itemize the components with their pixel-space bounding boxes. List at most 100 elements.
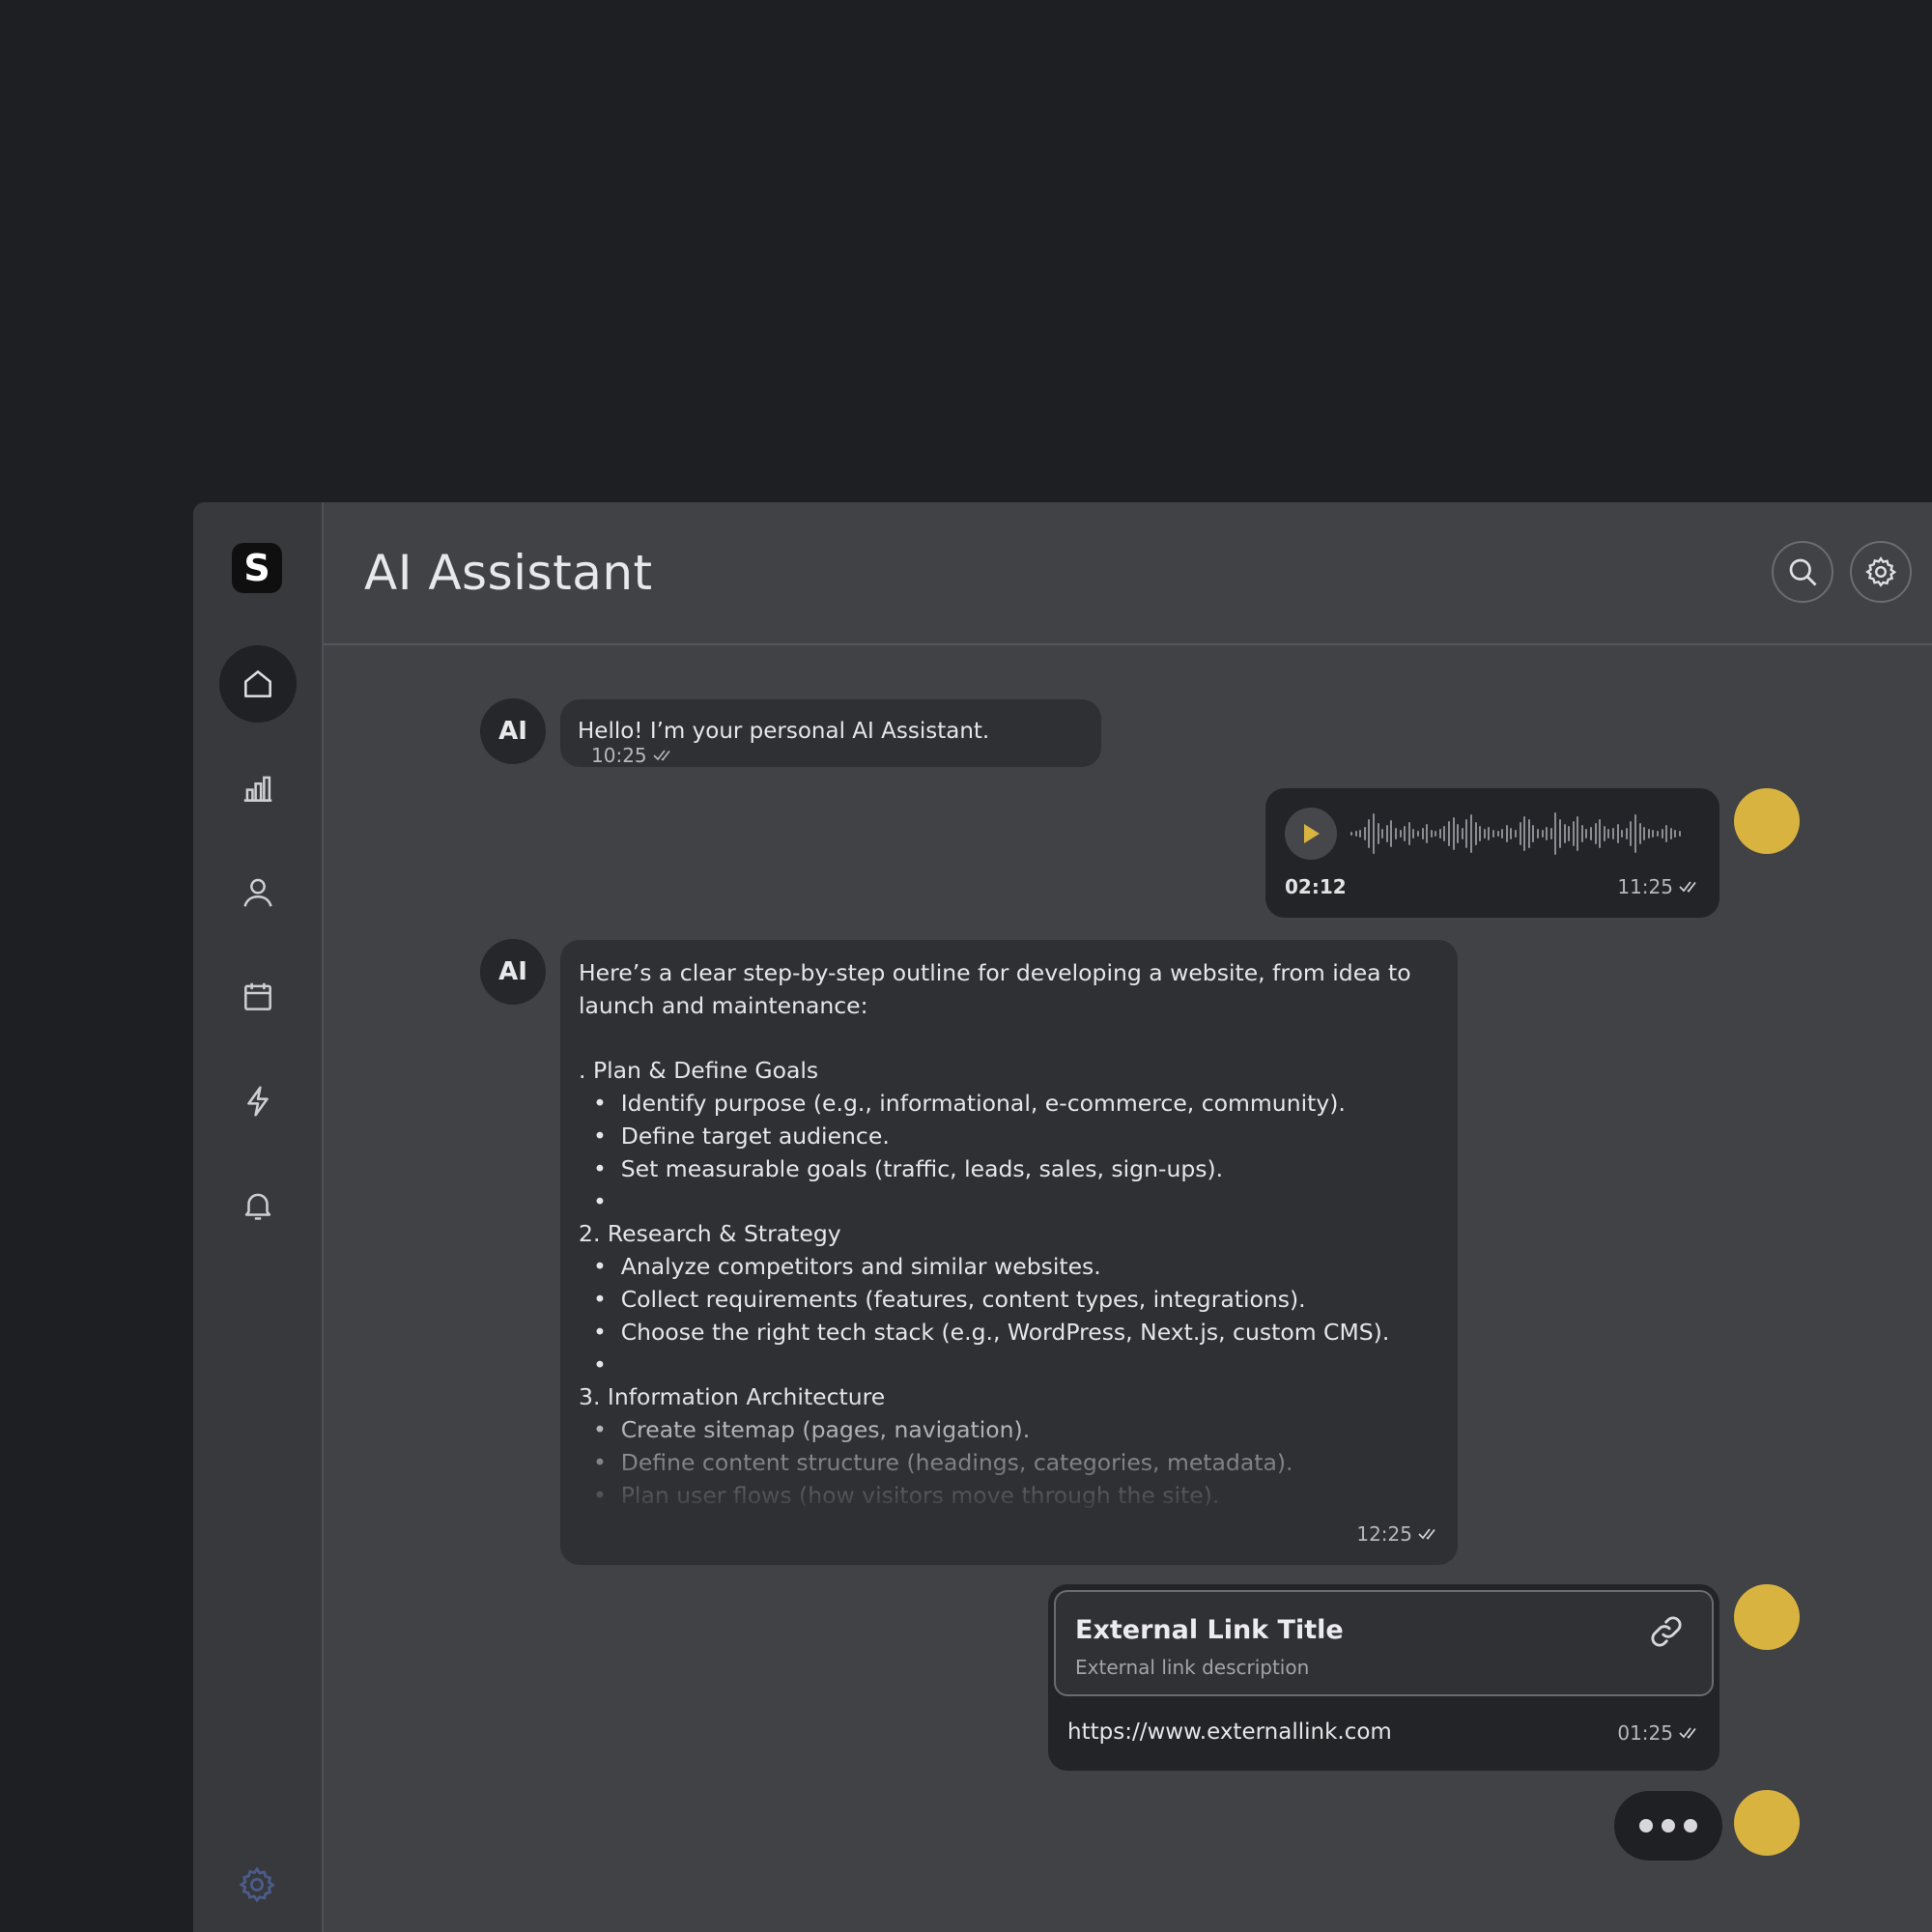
waveform-bar [1647,829,1650,838]
waveform-bar [1461,828,1463,839]
link-title: External Link Title [1075,1615,1344,1645]
message-line: . Plan & Define Goals [579,1057,819,1085]
waveform-bar [1483,829,1486,838]
calendar-icon [244,982,271,1010]
waveform-bar [1510,828,1513,839]
sidebar-item-calendar[interactable] [219,958,297,1036]
waveform-bar [1407,822,1410,845]
message-line [579,1023,1429,1056]
waveform-bar [1656,831,1659,837]
link-icon[interactable] [1648,1613,1685,1650]
search-icon [1789,558,1817,586]
waveform-bar [1416,831,1419,837]
waveform-bar [1448,821,1451,846]
waveform-bar [1354,831,1357,837]
user-avatar [1734,1584,1800,1650]
waveform-bar [1438,829,1441,838]
waveform-bar [1527,819,1530,848]
waveform-bar [1612,828,1615,839]
typing-indicator [1614,1791,1722,1861]
message-line: • Choose the right tech stack (e.g., Wor… [579,1318,1390,1346]
message-meta: 01:25 [1617,1721,1700,1745]
app-logo[interactable]: S [232,543,282,593]
waveform-bar [1549,828,1552,839]
message-line: • Identify purpose (e.g., informational,… [579,1090,1346,1118]
double-check-icon [1418,1528,1435,1540]
waveform-bar [1488,827,1491,840]
lightning-icon [247,1086,269,1117]
message-line: • Define content structure (headings, ca… [579,1448,1293,1476]
play-button[interactable] [1285,808,1337,860]
gear-icon [1865,556,1897,587]
sidebar-item-automation[interactable] [219,1063,297,1140]
message-meta: 10:25 [591,744,674,767]
waveform-bar [1607,829,1610,838]
link-description: External link description [1075,1656,1310,1679]
waveform-bar [1558,819,1561,848]
waveform-bar [1492,830,1494,838]
waveform-bar [1630,821,1633,846]
double-check-icon [1679,881,1696,893]
waveform-bar [1404,826,1406,841]
waveform-bar [1599,819,1602,848]
waveform-bar [1572,821,1575,846]
sidebar-item-home[interactable] [219,645,297,723]
waveform-bar [1457,824,1460,843]
waveform-bar [1474,822,1477,845]
waveform-bar [1661,829,1663,838]
link-message-bubble: External Link Title External link descri… [1048,1584,1719,1771]
waveform-bar [1585,829,1588,838]
waveform-bar [1394,828,1397,839]
waveform-bar [1470,814,1473,853]
waveform-bar [1652,830,1655,838]
waveform-bar [1435,831,1437,837]
waveform-bar [1616,824,1619,843]
play-icon [1304,824,1320,843]
voice-message-bubble: 02:12 11:25 [1265,788,1719,918]
waveform-bar [1505,825,1508,842]
waveform-bar [1452,817,1455,850]
link-preview-card[interactable]: External Link Title External link descri… [1054,1590,1714,1696]
waveform-bar [1669,828,1672,839]
waveform-bar [1496,831,1499,837]
link-url[interactable]: https://www.externallink.com [1067,1719,1392,1745]
waveform-bar [1412,829,1415,838]
message-line: launch and maintenance: [579,991,868,1019]
message-line: • Collect requirements (features, conten… [579,1285,1306,1313]
user-avatar [1734,1790,1800,1856]
sidebar-item-profile[interactable] [219,854,297,931]
waveform-bar [1568,826,1571,841]
gear-icon[interactable] [237,1864,277,1905]
settings-button[interactable] [1850,541,1912,603]
home-icon [244,670,271,697]
message-time: 10:25 [591,744,647,767]
sidebar-item-analytics[interactable] [219,750,297,827]
search-button[interactable] [1772,541,1833,603]
waveform-bar [1399,830,1402,838]
waveform-bar [1359,830,1362,838]
waveform-bar [1621,830,1624,838]
waveform-bar [1674,830,1677,838]
message-line: • Create sitemap (pages, navigation). [579,1416,1031,1444]
waveform-bar [1368,819,1371,848]
message-text: Here’s a clear step-by-step outline for … [579,957,1429,1513]
message-meta: 12:25 [1356,1522,1439,1546]
audio-waveform[interactable] [1350,810,1681,858]
waveform-bar [1385,825,1388,842]
message-line: • [579,1350,607,1378]
waveform-bar [1519,822,1521,845]
waveform-bar [1634,814,1636,853]
waveform-bar [1532,825,1535,842]
typing-dot [1639,1819,1653,1833]
sidebar-item-notifications[interactable] [219,1167,297,1244]
waveform-bar [1643,827,1646,840]
message-line: • Define target audience. [579,1122,890,1150]
user-avatar [1734,788,1800,854]
sidebar: S [193,502,324,1932]
message-line: 2. Research & Strategy [579,1220,841,1248]
message-line: • Analyze competitors and similar websit… [579,1253,1101,1281]
waveform-bar [1523,816,1526,851]
waveform-bar [1546,827,1548,840]
waveform-bar [1443,826,1446,841]
double-check-icon [653,750,670,761]
